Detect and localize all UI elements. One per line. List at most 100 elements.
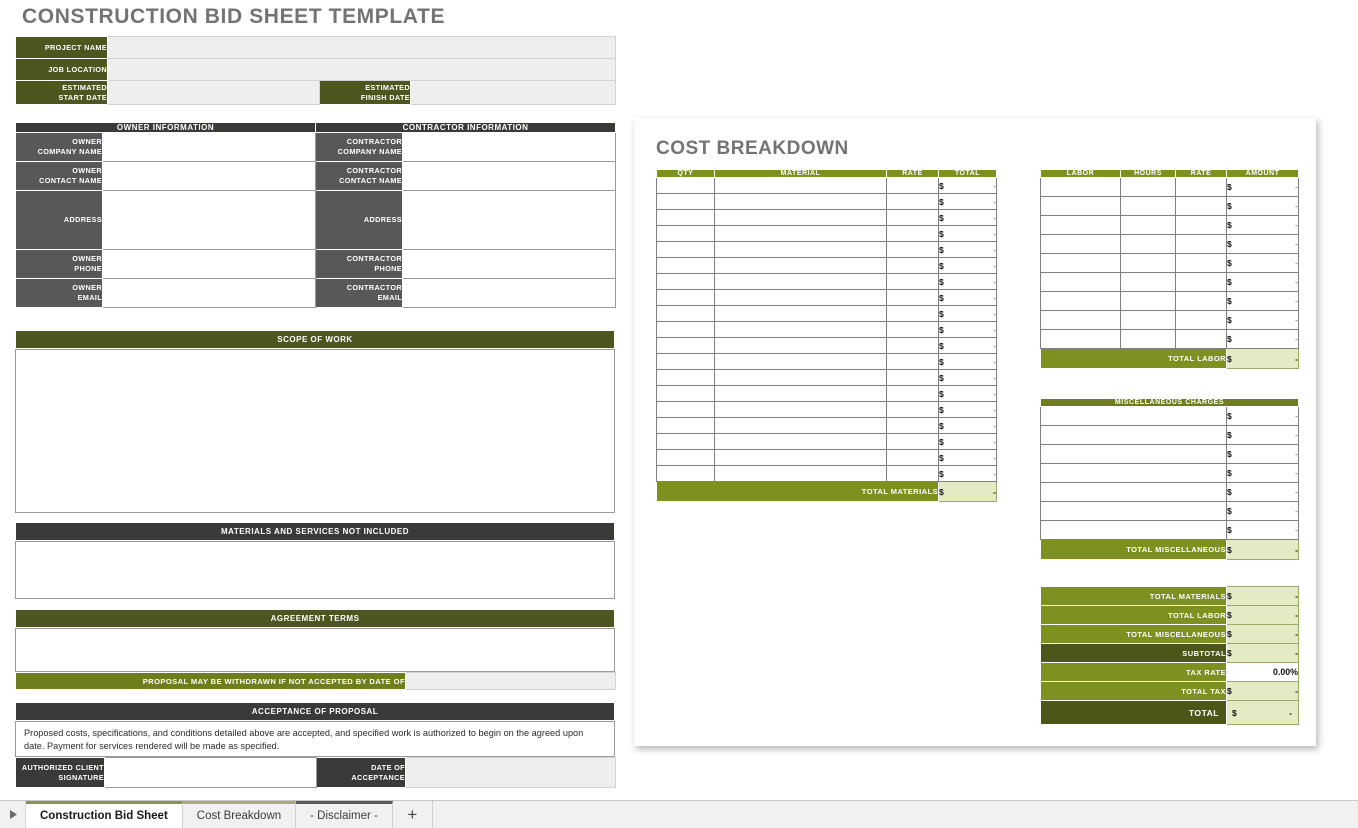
tab-construction-bid-sheet[interactable]: Construction Bid Sheet [26,801,183,828]
material-total-cell[interactable]: $- [939,402,997,418]
material-total-cell[interactable]: $- [939,434,997,450]
material-qty-cell[interactable] [657,450,715,466]
labor-amount-cell[interactable]: $- [1227,197,1299,216]
estimated-finish-date-input[interactable] [411,81,616,105]
labor-hours-cell[interactable] [1121,292,1176,311]
material-rate-cell[interactable] [887,258,939,274]
material-qty-cell[interactable] [657,210,715,226]
material-name-cell[interactable] [715,466,887,482]
labor-rate-cell[interactable] [1176,254,1227,273]
labor-name-cell[interactable] [1041,330,1121,349]
misc-description-cell[interactable] [1041,407,1227,426]
tab-disclaimer[interactable]: - Disclaimer - [296,801,393,828]
labor-hours-cell[interactable] [1121,273,1176,292]
scope-of-work-input[interactable] [15,349,615,513]
labor-amount-cell[interactable]: $- [1227,273,1299,292]
material-qty-cell[interactable] [657,274,715,290]
labor-name-cell[interactable] [1041,254,1121,273]
labor-name-cell[interactable] [1041,292,1121,311]
labor-hours-cell[interactable] [1121,254,1176,273]
material-rate-cell[interactable] [887,306,939,322]
material-total-cell[interactable]: $- [939,274,997,290]
material-name-cell[interactable] [715,450,887,466]
material-qty-cell[interactable] [657,402,715,418]
material-qty-cell[interactable] [657,386,715,402]
material-total-cell[interactable]: $- [939,354,997,370]
tab-scroll-right-icon[interactable] [0,801,26,828]
misc-description-cell[interactable] [1041,483,1227,502]
labor-name-cell[interactable] [1041,311,1121,330]
material-rate-cell[interactable] [887,450,939,466]
material-total-cell[interactable]: $- [939,370,997,386]
owner-address-input[interactable] [103,191,316,250]
material-name-cell[interactable] [715,242,887,258]
labor-amount-cell[interactable]: $- [1227,216,1299,235]
material-qty-cell[interactable] [657,466,715,482]
proposal-withdrawn-date-input[interactable] [406,673,616,690]
material-total-cell[interactable]: $- [939,322,997,338]
owner-contact-name-input[interactable] [103,162,316,191]
labor-rate-cell[interactable] [1176,273,1227,292]
material-name-cell[interactable] [715,402,887,418]
project-name-input[interactable] [108,37,616,59]
material-name-cell[interactable] [715,274,887,290]
labor-rate-cell[interactable] [1176,178,1227,197]
material-rate-cell[interactable] [887,386,939,402]
labor-hours-cell[interactable] [1121,311,1176,330]
material-name-cell[interactable] [715,306,887,322]
labor-rate-cell[interactable] [1176,216,1227,235]
labor-amount-cell[interactable]: $- [1227,292,1299,311]
labor-hours-cell[interactable] [1121,330,1176,349]
material-total-cell[interactable]: $- [939,386,997,402]
labor-name-cell[interactable] [1041,273,1121,292]
material-name-cell[interactable] [715,418,887,434]
material-rate-cell[interactable] [887,178,939,194]
labor-name-cell[interactable] [1041,178,1121,197]
material-qty-cell[interactable] [657,338,715,354]
contractor-phone-input[interactable] [403,250,616,279]
material-rate-cell[interactable] [887,242,939,258]
material-qty-cell[interactable] [657,354,715,370]
material-name-cell[interactable] [715,178,887,194]
contractor-contact-name-input[interactable] [403,162,616,191]
labor-amount-cell[interactable]: $- [1227,311,1299,330]
tab-cost-breakdown[interactable]: Cost Breakdown [183,801,296,828]
misc-description-cell[interactable] [1041,426,1227,445]
material-qty-cell[interactable] [657,322,715,338]
material-rate-cell[interactable] [887,402,939,418]
material-total-cell[interactable]: $- [939,226,997,242]
misc-amount-cell[interactable]: $- [1227,521,1299,540]
material-name-cell[interactable] [715,354,887,370]
misc-amount-cell[interactable]: $- [1227,407,1299,426]
material-total-cell[interactable]: $- [939,290,997,306]
material-qty-cell[interactable] [657,258,715,274]
materials-not-included-input[interactable] [15,541,615,599]
material-rate-cell[interactable] [887,274,939,290]
material-total-cell[interactable]: $- [939,194,997,210]
material-total-cell[interactable]: $- [939,258,997,274]
misc-amount-cell[interactable]: $- [1227,483,1299,502]
labor-hours-cell[interactable] [1121,178,1176,197]
estimated-start-date-input[interactable] [108,81,320,105]
labor-name-cell[interactable] [1041,197,1121,216]
contractor-email-input[interactable] [403,279,616,308]
material-qty-cell[interactable] [657,178,715,194]
material-qty-cell[interactable] [657,370,715,386]
material-name-cell[interactable] [715,322,887,338]
misc-amount-cell[interactable]: $- [1227,426,1299,445]
misc-description-cell[interactable] [1041,464,1227,483]
material-name-cell[interactable] [715,226,887,242]
material-rate-cell[interactable] [887,466,939,482]
material-rate-cell[interactable] [887,210,939,226]
labor-name-cell[interactable] [1041,216,1121,235]
material-total-cell[interactable]: $- [939,178,997,194]
material-rate-cell[interactable] [887,290,939,306]
material-rate-cell[interactable] [887,194,939,210]
material-qty-cell[interactable] [657,290,715,306]
misc-amount-cell[interactable]: $- [1227,502,1299,521]
material-total-cell[interactable]: $- [939,418,997,434]
material-qty-cell[interactable] [657,306,715,322]
job-location-input[interactable] [108,59,616,81]
labor-name-cell[interactable] [1041,235,1121,254]
material-rate-cell[interactable] [887,322,939,338]
